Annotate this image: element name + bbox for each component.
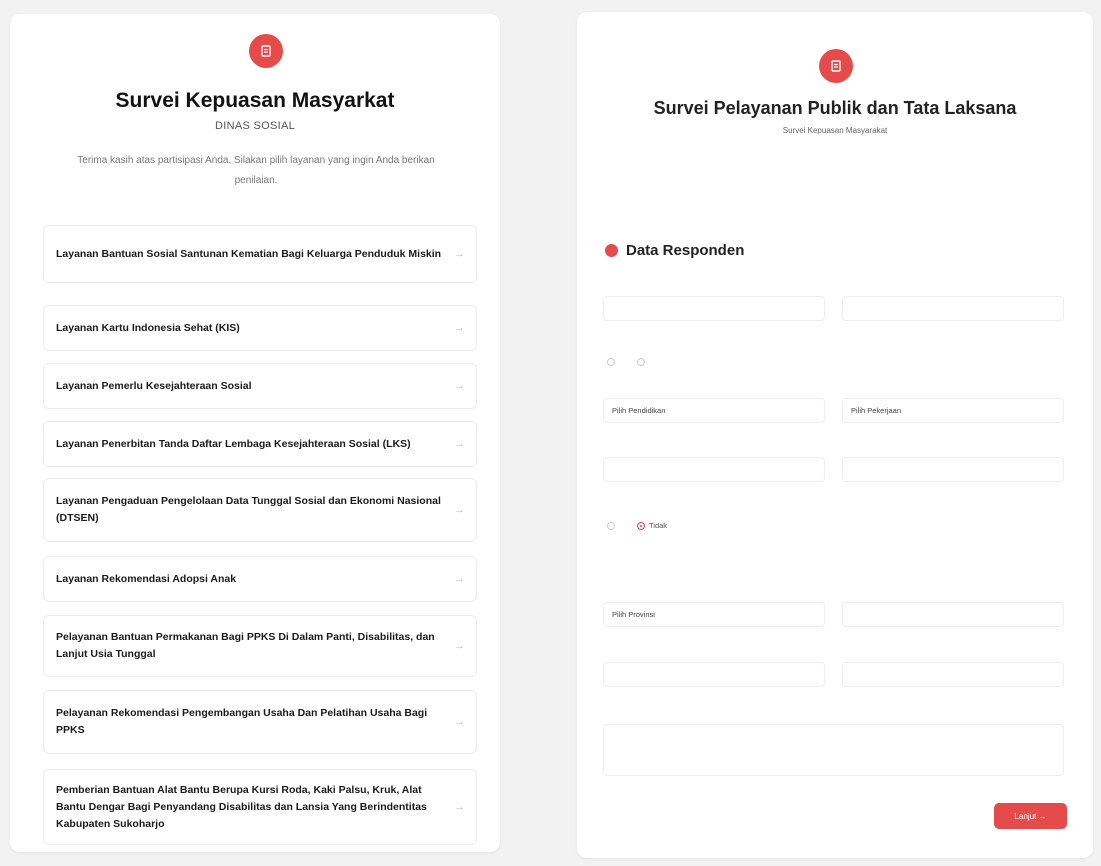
service-label: Layanan Kartu Indonesia Sehat (KIS) bbox=[56, 321, 240, 334]
province-select[interactable]: Pilih Provinsi bbox=[603, 602, 825, 627]
intro-text: Terima kasih atas partisipasi Anda. Sila… bbox=[77, 155, 435, 186]
arrow-right-icon: → bbox=[454, 380, 465, 392]
arrow-right-icon: → bbox=[454, 438, 465, 450]
document-icon bbox=[819, 49, 853, 83]
section-dot-icon bbox=[605, 244, 618, 257]
arrow-right-icon: → bbox=[454, 573, 465, 585]
city-select[interactable] bbox=[842, 602, 1064, 627]
gender-option-female[interactable] bbox=[637, 358, 649, 366]
village-select[interactable] bbox=[842, 662, 1064, 687]
service-item[interactable]: Layanan Pemerlu Kesejahteraan Sosial → bbox=[43, 363, 477, 409]
service-item[interactable]: Layanan Penerbitan Tanda Daftar Lembaga … bbox=[43, 421, 477, 467]
gender-radio-group bbox=[607, 358, 667, 366]
service-label: Layanan Bantuan Sosial Santunan Kematian… bbox=[56, 247, 442, 260]
arrow-right-icon: → bbox=[454, 322, 465, 334]
phone-input[interactable] bbox=[603, 457, 825, 482]
option-no-label: Tidak bbox=[649, 521, 668, 530]
service-label: Layanan Pengaduan Pengelolaan Data Tungg… bbox=[56, 495, 441, 524]
service-item[interactable]: Pemberian Bantuan Alat Bantu Berupa Kurs… bbox=[43, 769, 477, 845]
radio-icon bbox=[637, 358, 645, 366]
service-label: Layanan Rekomendasi Adopsi Anak bbox=[56, 572, 237, 585]
service-item[interactable]: Layanan Pengaduan Pengelolaan Data Tungg… bbox=[43, 478, 477, 542]
service-item[interactable]: Pelayanan Rekomendasi Pengembangan Usaha… bbox=[43, 690, 477, 754]
service-item[interactable]: Pelayanan Bantuan Permakanan Bagi PPKS D… bbox=[43, 615, 477, 677]
arrow-right-icon: → bbox=[454, 640, 465, 652]
service-item[interactable]: Layanan Rekomendasi Adopsi Anak → bbox=[43, 556, 477, 602]
section-header: Data Responden bbox=[605, 242, 744, 259]
option-yes[interactable] bbox=[607, 521, 619, 530]
arrow-right-icon: → bbox=[454, 504, 465, 516]
agency-name: DINAS SOSIAL bbox=[214, 120, 295, 132]
address-textarea[interactable] bbox=[603, 724, 1064, 776]
radio-icon bbox=[607, 521, 615, 530]
name-input[interactable] bbox=[603, 296, 825, 321]
arrow-right-icon: → bbox=[454, 248, 465, 260]
education-select[interactable]: Pilih Pendidikan bbox=[603, 398, 825, 423]
service-item[interactable]: Layanan Bantuan Sosial Santunan Kematian… bbox=[43, 225, 477, 283]
document-icon bbox=[249, 34, 283, 68]
radio-icon bbox=[607, 358, 615, 366]
arrow-right-icon: → bbox=[454, 716, 465, 728]
radio-selected-icon bbox=[637, 521, 645, 530]
gender-option-male[interactable] bbox=[607, 358, 619, 366]
form-subtitle: Survei Kepuasan Masyarakat bbox=[782, 126, 888, 135]
job-select[interactable]: Pilih Pekerjaan bbox=[842, 398, 1064, 423]
option-no[interactable]: Tidak bbox=[637, 521, 667, 530]
email-input[interactable] bbox=[842, 457, 1064, 482]
service-label: Layanan Pemerlu Kesejahteraan Sosial bbox=[56, 379, 252, 392]
page-title: Survei Kepuasan Masyarkat bbox=[115, 89, 395, 112]
arrow-right-icon: → bbox=[454, 801, 465, 813]
service-label: Pelayanan Rekomendasi Pengembangan Usaha… bbox=[56, 707, 428, 736]
survey-form-panel: Survei Pelayanan Publik dan Tata Laksana… bbox=[577, 12, 1093, 858]
section-title: Data Responden bbox=[626, 242, 745, 259]
age-input[interactable] bbox=[842, 296, 1064, 321]
service-item[interactable]: Layanan Kartu Indonesia Sehat (KIS) → bbox=[43, 305, 477, 351]
service-selection-panel: Survei Kepuasan Masyarkat DINAS SOSIAL T… bbox=[10, 14, 500, 852]
form-title: Survei Pelayanan Publik dan Tata Laksana bbox=[653, 98, 1017, 118]
next-button[interactable]: Lanjut → bbox=[994, 803, 1067, 829]
service-label: Pelayanan Bantuan Permakanan Bagi PPKS D… bbox=[56, 631, 435, 660]
yesno-radio-group: Tidak bbox=[607, 521, 685, 530]
district-select[interactable] bbox=[603, 662, 825, 687]
service-label: Layanan Penerbitan Tanda Daftar Lembaga … bbox=[56, 437, 411, 450]
service-label: Pemberian Bantuan Alat Bantu Berupa Kurs… bbox=[56, 783, 427, 830]
